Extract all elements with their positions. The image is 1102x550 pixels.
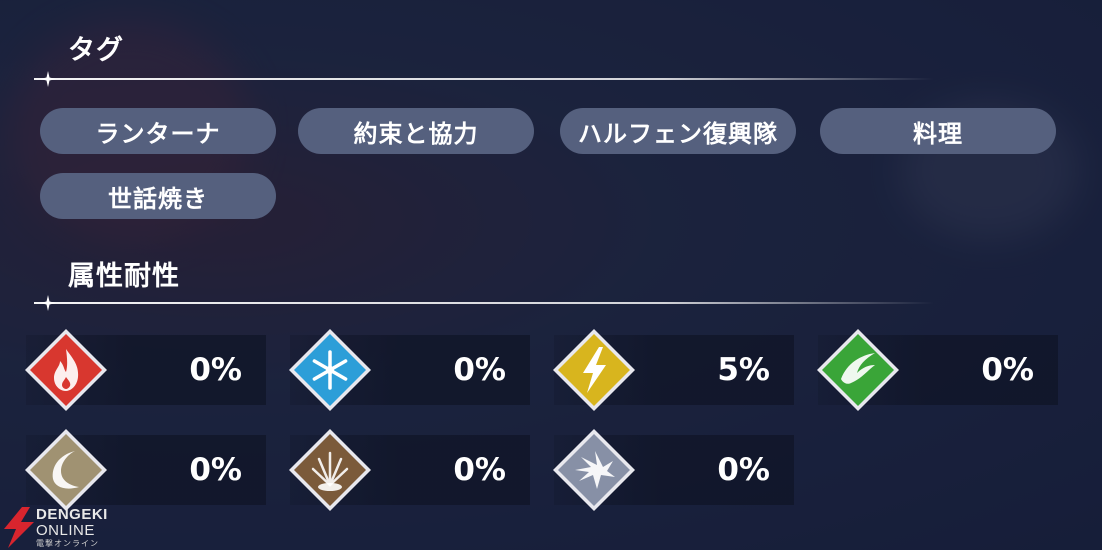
resistance-value: 0% bbox=[189, 352, 242, 388]
fire-icon bbox=[25, 329, 107, 411]
resistance-title: 属性耐性 bbox=[68, 261, 180, 292]
resistance-value: 0% bbox=[981, 352, 1034, 388]
resistance-value: 0% bbox=[453, 452, 506, 488]
tag-chip[interactable]: 料理 bbox=[820, 108, 1056, 154]
resistance-value: 0% bbox=[717, 452, 770, 488]
lightning-icon bbox=[553, 329, 635, 411]
watermark-subtext: 電撃オンライン bbox=[36, 539, 99, 548]
watermark-text: DENGEKI bbox=[36, 506, 108, 523]
resistance-value: 0% bbox=[453, 352, 506, 388]
tags-title: タグ bbox=[68, 35, 124, 66]
sparkle-icon bbox=[40, 295, 56, 311]
resistance-value: 5% bbox=[717, 352, 770, 388]
tag-chip[interactable]: ランターナ bbox=[40, 108, 276, 154]
watermark-text: ONLINE bbox=[36, 522, 95, 539]
resistance-divider bbox=[34, 295, 934, 311]
light-icon bbox=[25, 429, 107, 511]
resistance-value: 0% bbox=[189, 452, 242, 488]
dengeki-bolt-icon bbox=[4, 507, 34, 548]
watermark-logo: DENGEKI ONLINE 電撃オンライン bbox=[0, 505, 130, 550]
tag-chip[interactable]: ハルフェン復興隊 bbox=[560, 108, 796, 154]
wind-icon bbox=[817, 329, 899, 411]
tag-chip[interactable]: 世話焼き bbox=[40, 173, 276, 219]
tag-chip[interactable]: 約束と協力 bbox=[298, 108, 534, 154]
earth-icon bbox=[289, 429, 371, 511]
sparkle-icon bbox=[40, 71, 56, 87]
tags-divider bbox=[34, 71, 934, 87]
dark-icon bbox=[553, 429, 635, 511]
ice-icon bbox=[289, 329, 371, 411]
